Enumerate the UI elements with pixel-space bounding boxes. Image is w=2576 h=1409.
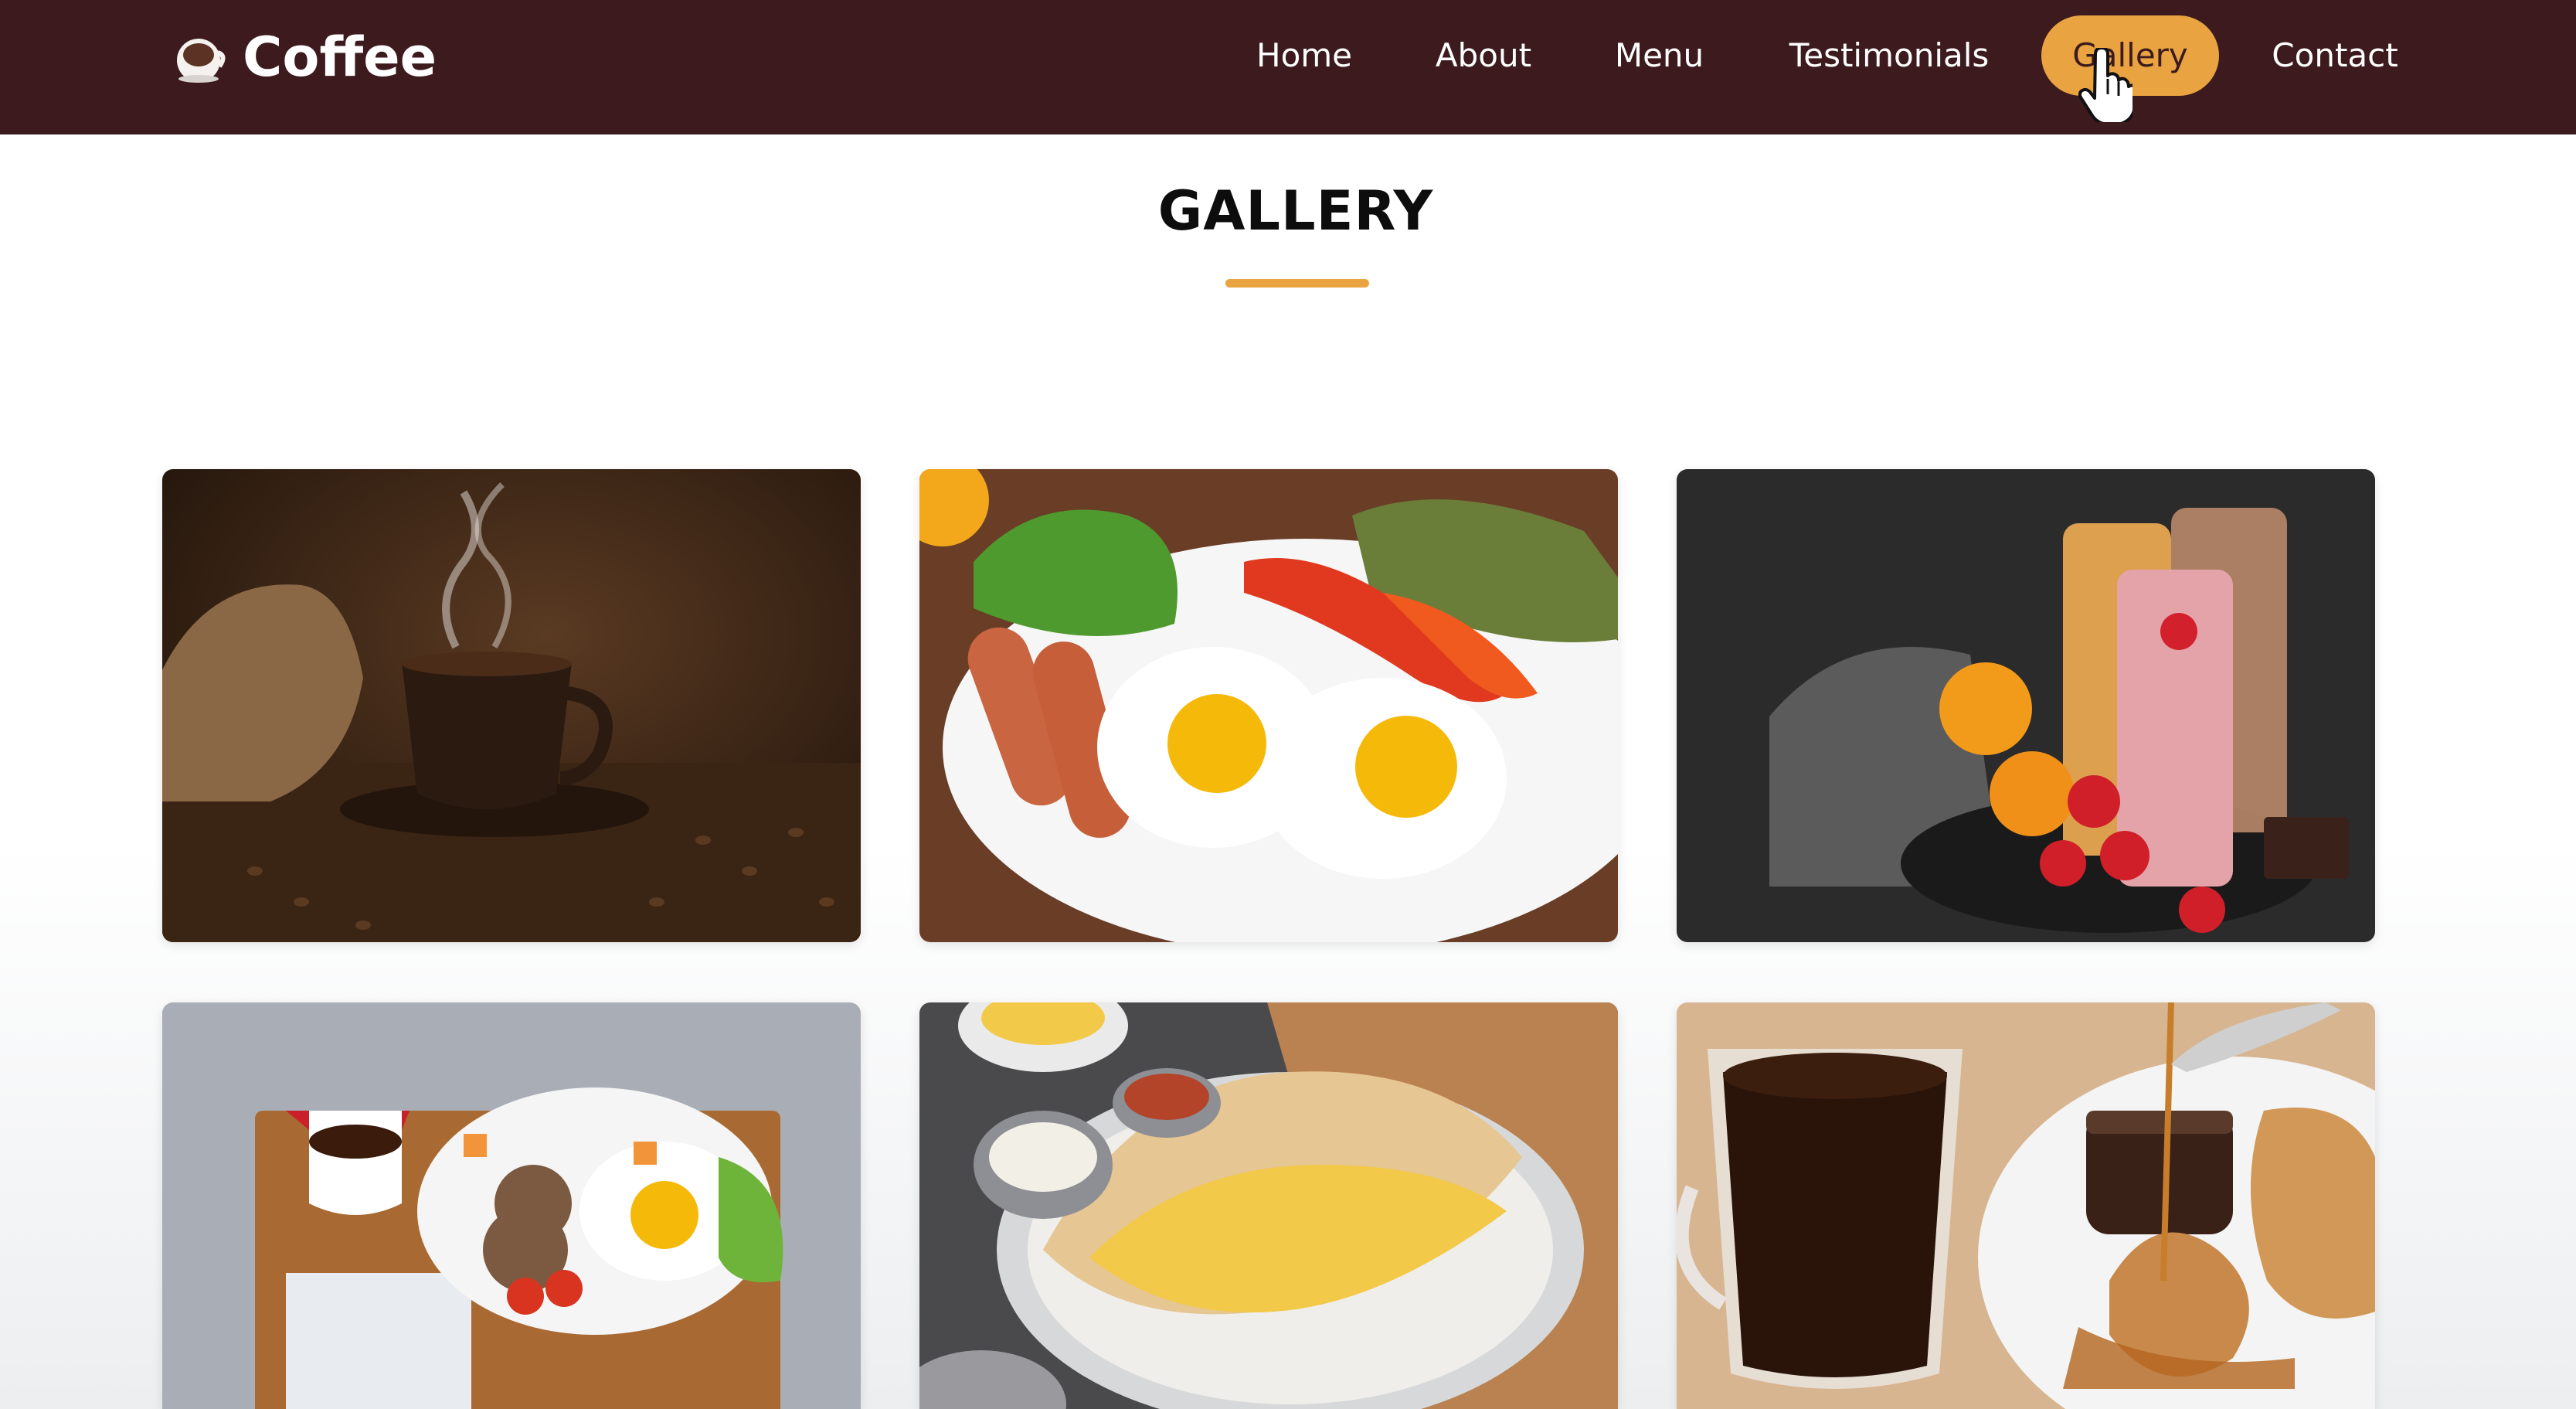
gallery-photo-coffee-cup[interactable] bbox=[162, 469, 861, 942]
gallery-photo-breakfast-tray[interactable] bbox=[162, 1002, 861, 1409]
nav-item-about[interactable]: About bbox=[1414, 15, 1553, 96]
gallery-photo-eggs-breakfast[interactable] bbox=[919, 469, 1618, 942]
gallery-photo-dosa[interactable] bbox=[919, 1002, 1618, 1409]
nav-item-menu[interactable]: Menu bbox=[1592, 15, 1727, 96]
gallery-photo-smoothies[interactable] bbox=[1677, 469, 2375, 942]
nav-item-home[interactable]: Home bbox=[1235, 15, 1374, 96]
brand-logo[interactable]: Coffee bbox=[173, 26, 437, 89]
nav-item-contact[interactable]: Contact bbox=[2250, 15, 2420, 96]
title-underline bbox=[1225, 279, 1369, 288]
brand-name: Coffee bbox=[243, 26, 437, 89]
gallery-title: GALLERY bbox=[1157, 179, 1434, 243]
nav-item-gallery[interactable]: Gallery bbox=[2041, 15, 2219, 96]
nav-item-testimonials[interactable]: Testimonials bbox=[1769, 15, 2009, 96]
gallery-photo-coffee-croissant[interactable] bbox=[1677, 1002, 2375, 1409]
coffee-cup-icon bbox=[177, 39, 226, 83]
navbar: Coffee Home About Menu Testimonials Gall… bbox=[0, 0, 2576, 134]
